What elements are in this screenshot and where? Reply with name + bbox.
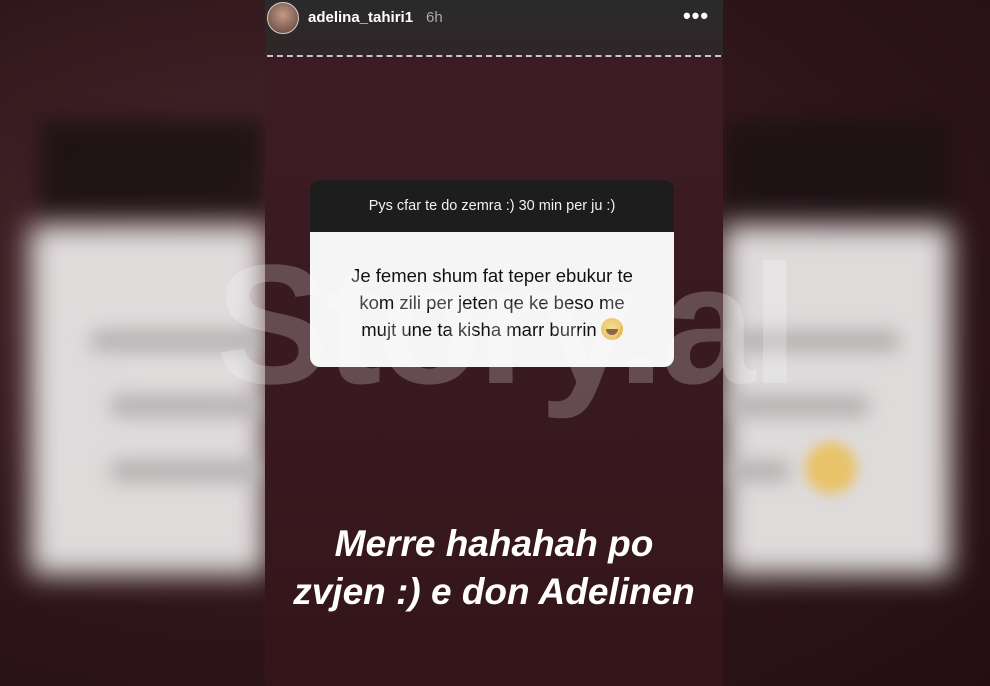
blurred-question-header-left bbox=[40, 120, 265, 220]
blurred-question-header-right bbox=[723, 120, 948, 220]
story-progress-bar bbox=[267, 55, 721, 60]
blurred-text-line bbox=[730, 395, 870, 417]
answer-line-with-emoji: mujt une ta kisha marr burrin bbox=[326, 316, 658, 343]
question-answer: Je femen shum fat teper ebukur te kom zi… bbox=[310, 232, 674, 367]
blurred-text-line bbox=[110, 460, 260, 482]
blurred-text-line bbox=[730, 460, 790, 482]
laughing-emoji-icon bbox=[600, 318, 623, 340]
question-sticker: Pys cfar te do zemra :) 30 min per ju :)… bbox=[310, 180, 674, 367]
avatar[interactable] bbox=[267, 2, 299, 34]
answer-line: kom zili per jeten qe ke beso me bbox=[359, 292, 625, 313]
more-options-icon[interactable]: ••• bbox=[681, 4, 711, 28]
question-prompt: Pys cfar te do zemra :) 30 min per ju :) bbox=[310, 180, 674, 232]
username[interactable]: adelina_tahiri1 bbox=[308, 9, 413, 26]
answer-line: mujt une ta kisha marr burrin bbox=[361, 319, 597, 340]
blurred-text-line bbox=[90, 330, 260, 352]
blurred-text-line bbox=[730, 330, 900, 352]
answer-line: Je femen shum fat teper ebukur te bbox=[351, 265, 633, 286]
story-panel[interactable]: adelina_tahiri1 6h ••• Pys cfar te do ze… bbox=[265, 0, 723, 686]
reply-line: zvjen :) e don Adelinen bbox=[293, 571, 695, 612]
post-time: 6h bbox=[426, 9, 443, 26]
reply-line: Merre hahahah po bbox=[334, 523, 654, 564]
blurred-emoji bbox=[805, 442, 857, 494]
blurred-text-line bbox=[110, 395, 260, 417]
story-header: adelina_tahiri1 6h ••• bbox=[265, 0, 723, 57]
reply-text: Merre hahahah po zvjen :) e don Adelinen bbox=[265, 520, 723, 616]
